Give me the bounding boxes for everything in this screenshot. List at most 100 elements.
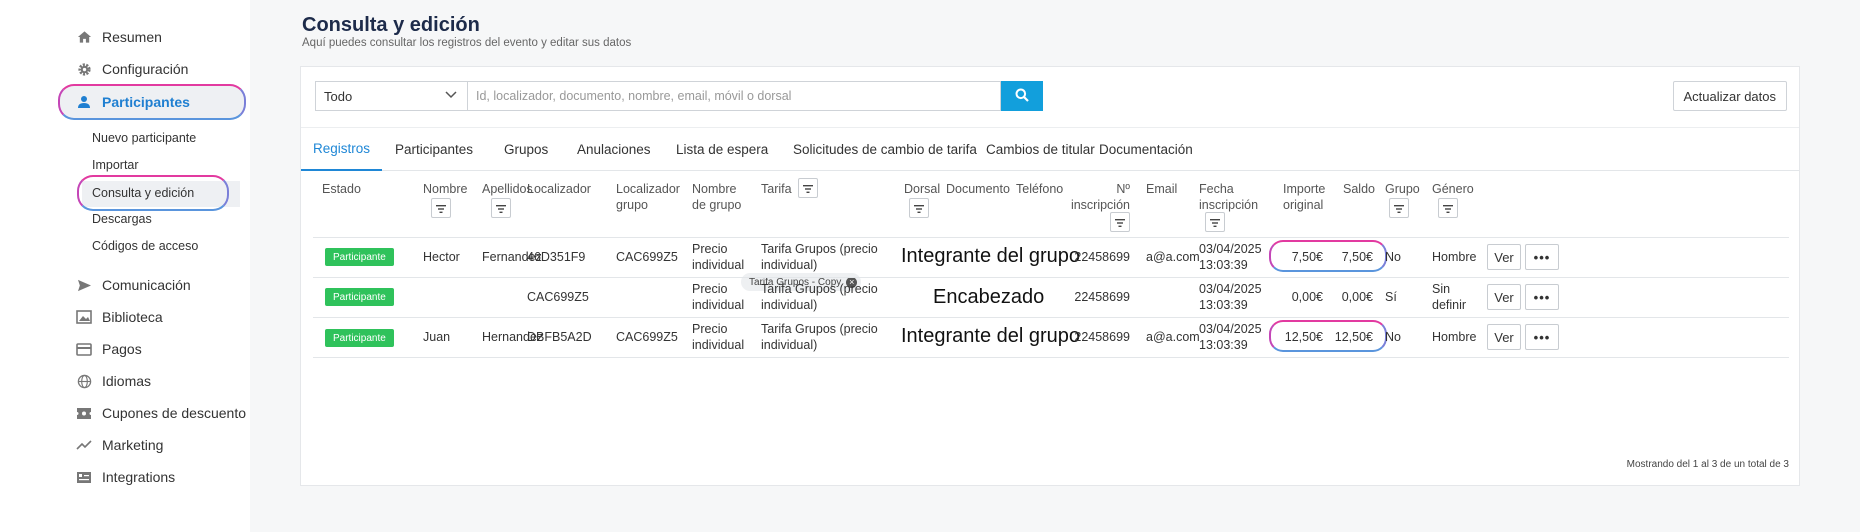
chevron-down-icon (445, 90, 457, 102)
view-button[interactable]: Ver (1487, 324, 1521, 350)
cell-n-inscripcion: 22458699 (1074, 250, 1130, 264)
records-card: Todo Actualizar datos Registros Particip… (300, 66, 1800, 486)
row-divider (313, 277, 1789, 278)
sidebar-item-label: Comunicación (102, 277, 191, 293)
sidebar-item-marketing[interactable]: Marketing (75, 433, 163, 457)
tab-cambio-tarifa[interactable]: Solicitudes de cambio de tarifa (781, 128, 989, 171)
sidebar: Resumen Configuración Participantes Nuev… (0, 0, 250, 532)
tab-participantes[interactable]: Participantes (383, 128, 485, 171)
subnav-nuevo-participante[interactable]: Nuevo participante (92, 128, 196, 148)
cell-genero: Hombre (1432, 330, 1477, 344)
cell-nombre: Hector (423, 250, 460, 264)
sidebar-item-label: Pagos (102, 341, 142, 357)
subnav-importar[interactable]: Importar (92, 155, 139, 175)
filter-apellidos-button[interactable] (491, 198, 511, 218)
search-button[interactable] (1001, 81, 1043, 111)
sidebar-item-label: Participantes (102, 94, 190, 110)
gear-icon (75, 60, 93, 78)
sidebar-item-pagos[interactable]: Pagos (75, 337, 142, 361)
filter-genero-button[interactable] (1438, 198, 1458, 218)
more-options-button[interactable]: ••• (1525, 244, 1559, 270)
column-header-telefono: Teléfono (1016, 182, 1064, 196)
cell-localizador-grupo: CAC699Z5 (616, 330, 678, 344)
more-options-button[interactable]: ••• (1525, 324, 1559, 350)
page-title: Consulta y edición (302, 14, 480, 36)
tab-lista-espera[interactable]: Lista de espera (664, 128, 780, 171)
filter-tarifa-button[interactable] (798, 178, 818, 198)
column-header-saldo: Saldo (1343, 182, 1375, 196)
filter-icon (803, 181, 813, 196)
sidebar-item-resumen[interactable]: Resumen (75, 25, 162, 49)
cell-genero: Hombre (1432, 250, 1477, 264)
sidebar-item-configuracion[interactable]: Configuración (75, 57, 188, 81)
row-annotation: Encabezado (933, 286, 1045, 308)
search-icon (1015, 88, 1029, 105)
column-header-importe-original: Importe original (1283, 182, 1326, 212)
row-annotation: Integrante del grupo (901, 245, 1081, 267)
refresh-data-button[interactable]: Actualizar datos (1672, 81, 1787, 111)
column-header-localizador: Localizador (527, 182, 591, 196)
tab-registros[interactable]: Registros (301, 128, 383, 171)
filter-nombre-button[interactable] (431, 198, 451, 218)
cell-email: a@a.com (1146, 330, 1200, 344)
tab-grupos[interactable]: Grupos (492, 128, 560, 171)
filter-icon (1115, 215, 1125, 230)
filter-grupo-button[interactable] (1389, 198, 1409, 218)
status-badge: Participante (325, 329, 394, 347)
more-options-button[interactable]: ••• (1525, 284, 1559, 310)
filter-inscripcion-button[interactable] (1110, 212, 1130, 232)
search-bar: Todo (315, 81, 1043, 111)
image-library-icon (75, 308, 93, 326)
sidebar-item-comunicacion[interactable]: Comunicación (75, 273, 191, 297)
trend-icon (75, 436, 93, 454)
sidebar-item-biblioteca[interactable]: Biblioteca (75, 305, 163, 329)
cell-n-inscripcion: 22458699 (1074, 290, 1130, 304)
column-header-grupo: Grupo (1385, 182, 1420, 196)
row-divider (313, 357, 1789, 358)
column-header-nombre: Nombre (423, 182, 468, 196)
sidebar-item-idiomas[interactable]: Idiomas (75, 369, 151, 393)
filter-icon (1210, 215, 1220, 230)
column-header-n-inscripcion: Nº inscripción (1070, 182, 1130, 212)
filter-icon (914, 201, 924, 216)
cell-grupo: No (1385, 250, 1401, 264)
filter-select[interactable]: Todo (315, 81, 467, 111)
view-button[interactable]: Ver (1487, 284, 1521, 310)
sidebar-item-label: Configuración (102, 61, 189, 77)
sidebar-item-participantes[interactable]: Participantes (75, 90, 190, 114)
tab-anulaciones[interactable]: Anulaciones (565, 128, 663, 171)
status-badge: Participante (325, 248, 394, 266)
subnav-descargas[interactable]: Descargas (92, 209, 152, 229)
filter-icon (1443, 201, 1453, 216)
sidebar-item-cupones[interactable]: Cupones de descuento (75, 401, 246, 425)
user-icon (75, 93, 93, 111)
cell-fecha: 03/04/2025 13:03:39 (1199, 242, 1262, 272)
search-input[interactable] (467, 81, 1001, 111)
cell-tarifa: Tarifa Grupos (precio individual) (761, 242, 878, 272)
sidebar-item-integrations[interactable]: Integrations (75, 465, 175, 489)
filter-fecha-button[interactable] (1205, 212, 1225, 232)
cell-nombre-grupo: Precio individual (692, 322, 745, 352)
status-badge: Participante (325, 288, 394, 306)
card-icon (75, 340, 93, 358)
subnav-codigos-acceso[interactable]: Códigos de acceso (92, 236, 198, 256)
sidebar-item-label: Cupones de descuento (102, 405, 246, 421)
column-header-genero: Género (1432, 182, 1474, 196)
cell-tarifa: Tarifa Grupos (precio individual) (761, 322, 878, 352)
filter-dorsal-button[interactable] (909, 198, 929, 218)
cell-email: a@a.com (1146, 250, 1200, 264)
integrations-icon (75, 468, 93, 486)
pagination-summary: Mostrando del 1 al 3 de un total de 3 (1626, 459, 1789, 470)
filter-icon (496, 201, 506, 216)
column-header-dorsal: Dorsal (904, 182, 941, 196)
view-button[interactable]: Ver (1487, 244, 1521, 270)
sidebar-item-label: Resumen (102, 29, 162, 45)
filter-icon (436, 201, 446, 216)
cell-saldo: 0,00€ (1341, 290, 1373, 304)
cell-tarifa: Tarifa Grupos (precio individual) (761, 282, 878, 312)
tab-documentacion[interactable]: Documentación (1087, 128, 1205, 171)
row-divider (313, 317, 1789, 318)
cell-localizador: CAC699Z5 (527, 290, 589, 304)
cell-nombre-grupo: Precio individual (692, 242, 745, 272)
row-divider (313, 237, 1789, 238)
